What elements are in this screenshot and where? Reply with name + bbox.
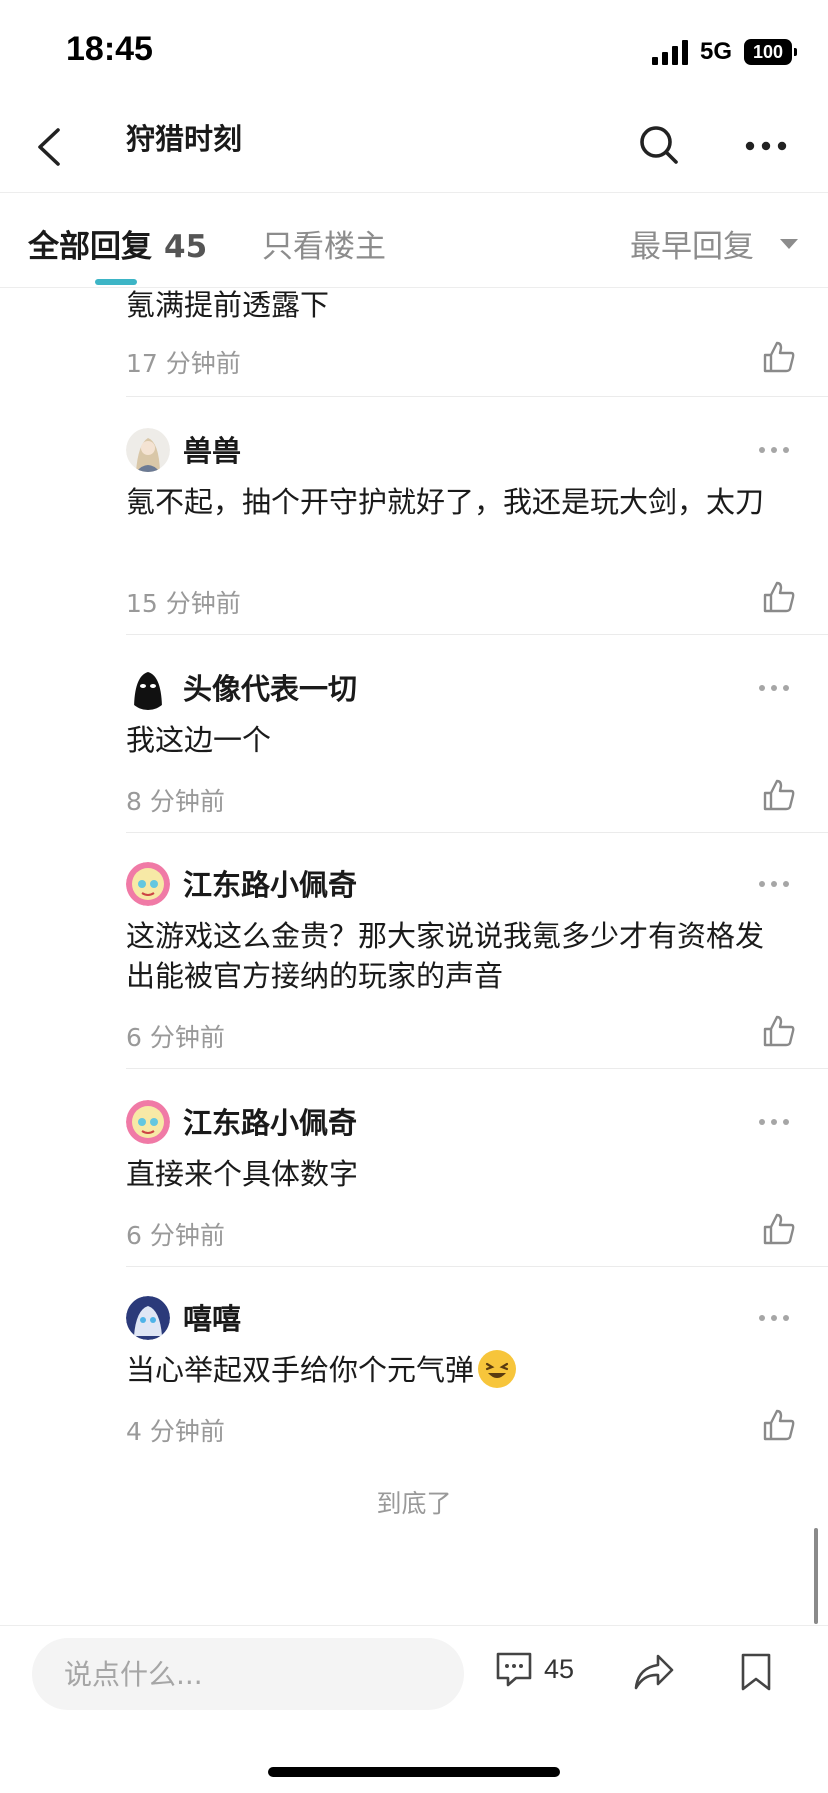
- home-indicator[interactable]: [268, 1767, 560, 1777]
- thumbs-up-icon[interactable]: [762, 778, 796, 812]
- avatar[interactable]: [126, 1100, 170, 1144]
- comment-body: 氪满提前透露下: [126, 288, 330, 322]
- thumbs-up-icon[interactable]: [762, 1014, 796, 1048]
- avatar[interactable]: [126, 1296, 170, 1340]
- comment-username[interactable]: 嘻嘻: [183, 1296, 241, 1338]
- more-horizontal-icon[interactable]: [758, 446, 790, 454]
- comment-time: 6 分钟前: [126, 1221, 225, 1250]
- comment-body: 氪不起，抽个开守护就好了，我还是玩大剑，太刀: [126, 485, 765, 519]
- comment-time: 6 分钟前: [126, 1023, 225, 1052]
- comment-body: 当心举起双手给你个元气弹: [126, 1350, 782, 1390]
- divider: [126, 634, 828, 635]
- thumbs-up-icon[interactable]: [762, 1408, 796, 1442]
- reply-tabs: 全部回复 45 只看楼主 最早回复: [0, 193, 828, 288]
- more-horizontal-icon[interactable]: [758, 1314, 790, 1322]
- comment-username[interactable]: 江东路小佩奇: [183, 862, 357, 904]
- nav-bar: 狩猎时刻: [0, 100, 828, 193]
- comment-username[interactable]: 头像代表一切: [183, 666, 357, 708]
- network-label: 5G: [699, 38, 732, 65]
- comment-input[interactable]: [32, 1638, 464, 1710]
- signal-icon: [651, 39, 688, 65]
- comment-time: 15 分钟前: [126, 589, 241, 618]
- bookmark-icon[interactable]: [740, 1652, 772, 1692]
- scrollbar[interactable]: [814, 1528, 818, 1624]
- end-of-list-label: 到底了: [376, 1489, 452, 1518]
- page-title[interactable]: 狩猎时刻: [126, 116, 242, 158]
- share-icon[interactable]: [632, 1652, 676, 1692]
- battery-icon: 100: [744, 39, 797, 65]
- tab-all-label: 全部回复: [28, 229, 152, 265]
- more-horizontal-icon[interactable]: [744, 136, 788, 156]
- comment-body: 直接来个具体数字: [126, 1157, 359, 1191]
- comment-username[interactable]: 兽兽: [183, 428, 241, 470]
- divider: [126, 832, 828, 833]
- divider: [126, 396, 828, 397]
- tab-owner-only[interactable]: 只看楼主: [262, 221, 386, 266]
- comment-text: 当心举起双手给你个元气弹: [126, 1353, 475, 1387]
- status-indicators: 5G 100: [651, 36, 797, 68]
- comment-count: 45: [544, 1653, 575, 1684]
- thumbs-up-icon[interactable]: [762, 340, 796, 374]
- more-horizontal-icon[interactable]: [758, 1118, 790, 1126]
- more-horizontal-icon[interactable]: [758, 880, 790, 888]
- caret-down-icon[interactable]: [778, 237, 800, 251]
- bottom-action-bar: 45: [0, 1625, 828, 1793]
- more-horizontal-icon[interactable]: [758, 684, 790, 692]
- avatar[interactable]: [126, 862, 170, 906]
- thumbs-up-icon[interactable]: [762, 1212, 796, 1246]
- comment-body: 我这边一个: [126, 723, 272, 757]
- comment-bubble-icon: [496, 1652, 532, 1687]
- divider: [126, 1266, 828, 1267]
- laughing-emoji-icon: [478, 1350, 517, 1388]
- thumbs-up-icon[interactable]: [762, 580, 796, 614]
- comment-time: 8 分钟前: [126, 787, 225, 816]
- comment-body: 这游戏这么金贵？那大家说说我氪多少才有资格发出能被官方接纳的玩家的声音: [126, 919, 765, 993]
- avatar[interactable]: [126, 428, 170, 472]
- search-icon[interactable]: [636, 122, 682, 168]
- comment-time: 4 分钟前: [126, 1417, 225, 1446]
- comment-username[interactable]: 江东路小佩奇: [183, 1100, 357, 1142]
- battery-level: 100: [752, 41, 784, 62]
- status-bar: 18:45 5G 100: [0, 0, 828, 100]
- tab-all-replies[interactable]: 全部回复 45: [28, 221, 207, 266]
- comment-time: 17 分钟前: [126, 349, 241, 378]
- divider: [126, 1068, 828, 1069]
- chevron-left-icon[interactable]: [30, 124, 70, 170]
- sort-dropdown[interactable]: 最早回复: [630, 221, 754, 266]
- avatar[interactable]: [126, 666, 170, 710]
- comment-count-button[interactable]: 45: [494, 1650, 574, 1688]
- status-time: 18:45: [66, 30, 153, 68]
- reply-count: 45: [164, 229, 208, 265]
